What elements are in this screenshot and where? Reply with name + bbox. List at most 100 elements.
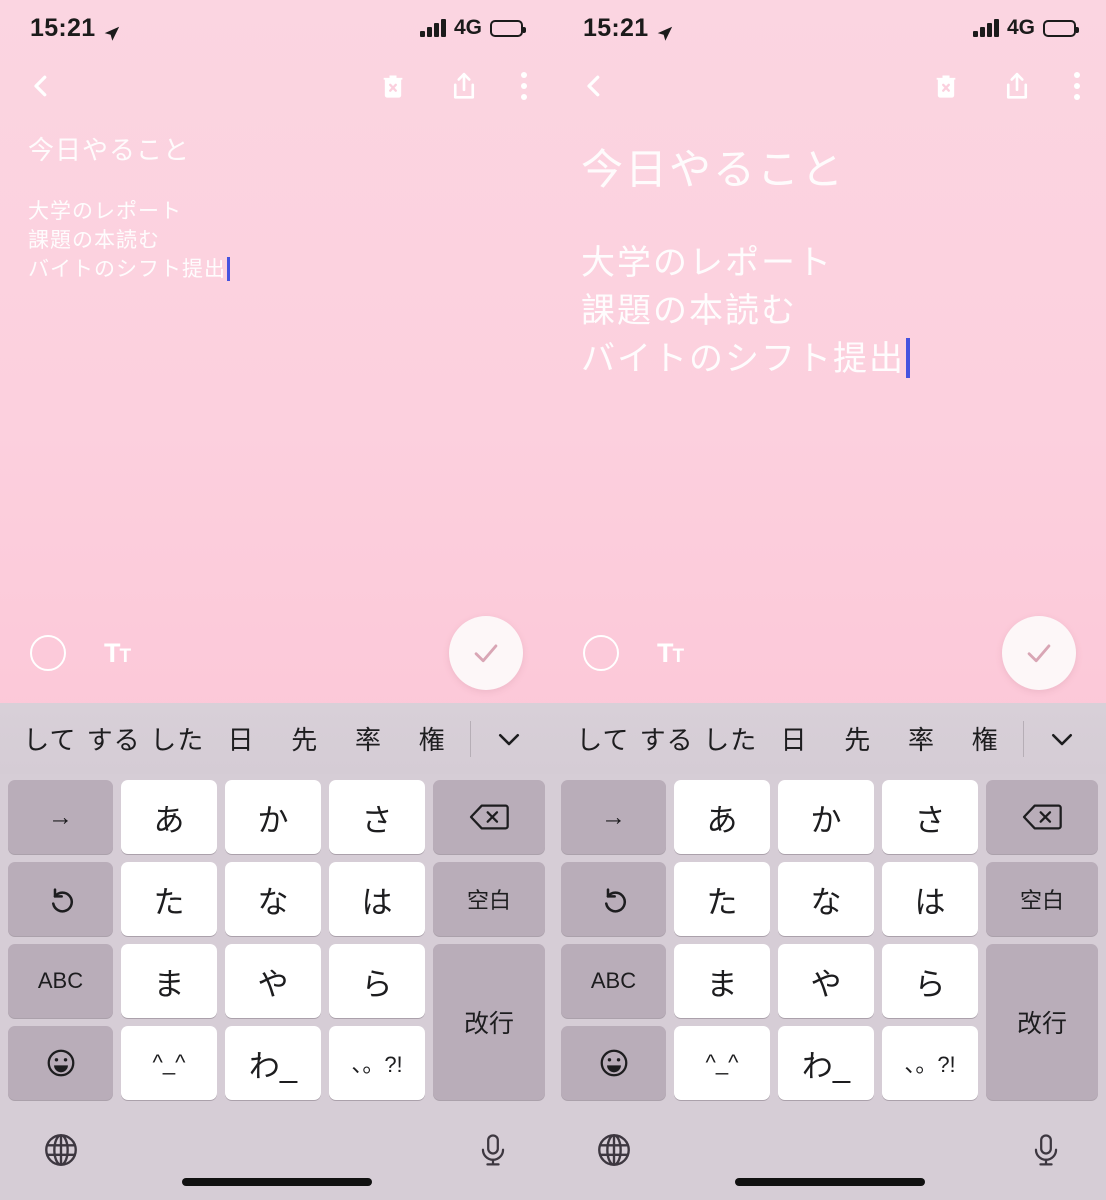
- note-line: 課題の本読む: [581, 291, 797, 330]
- note-editor-right: 15:21 4G 今日やること 大学のレポート 課題の本読む バイトのシフト提出…: [553, 0, 1106, 703]
- phone-screen-right: 15:21 4G 今日やること 大学のレポート 課題の本読む バイトのシフト提出…: [553, 0, 1106, 1200]
- key-arrow-right[interactable]: →: [561, 780, 666, 854]
- key-na[interactable]: な: [225, 862, 321, 936]
- key-ta[interactable]: た: [121, 862, 217, 936]
- key-emoji[interactable]: [8, 1026, 113, 1100]
- key-punctuation[interactable]: 、。?!: [329, 1026, 425, 1100]
- key-arrow-right[interactable]: →: [8, 780, 113, 854]
- text-format-icon[interactable]: TT: [657, 638, 685, 669]
- key-backspace[interactable]: [433, 780, 545, 854]
- key-backspace[interactable]: [986, 780, 1098, 854]
- key-undo[interactable]: [8, 862, 113, 936]
- key-return[interactable]: 改行: [986, 944, 1098, 1100]
- key-space[interactable]: 空白: [433, 862, 545, 936]
- suggestion-item[interactable]: 権: [400, 720, 464, 757]
- key-a[interactable]: あ: [121, 780, 217, 854]
- suggestion-item[interactable]: 先: [826, 720, 890, 757]
- status-time: 15:21: [583, 13, 649, 42]
- key-ya[interactable]: や: [225, 944, 321, 1018]
- key-abc[interactable]: ABC: [8, 944, 113, 1018]
- key-ma[interactable]: ま: [121, 944, 217, 1018]
- suggestion-item[interactable]: した: [698, 720, 762, 757]
- key-abc[interactable]: ABC: [561, 944, 666, 1018]
- suggestion-divider: [470, 720, 472, 757]
- key-undo[interactable]: [561, 862, 666, 936]
- text-format-label-small: T: [119, 645, 132, 667]
- key-emoji[interactable]: [561, 1026, 666, 1100]
- key-ma[interactable]: ま: [674, 944, 770, 1018]
- chevron-down-icon[interactable]: [1030, 724, 1094, 754]
- more-vertical-icon[interactable]: [521, 72, 527, 100]
- suggestion-item[interactable]: 日: [209, 720, 273, 757]
- key-kaomoji[interactable]: ^_^: [121, 1026, 217, 1100]
- note-line: 大学のレポート: [581, 243, 833, 282]
- note-line-with-caret: バイトのシフト提出: [581, 335, 1078, 383]
- confirm-button[interactable]: [1002, 616, 1076, 690]
- note-editor-left: 15:21 4G 今日やること 大学のレポート 課題の本読む バイトのシフト提出…: [0, 0, 553, 703]
- key-punctuation[interactable]: 、。?!: [882, 1026, 978, 1100]
- trash-delete-icon[interactable]: [379, 72, 407, 100]
- status-time-group: 15:21: [30, 14, 120, 43]
- note-line: 課題の本読む: [28, 228, 160, 252]
- note-line: 大学のレポート: [28, 199, 182, 223]
- trash-delete-icon[interactable]: [932, 72, 960, 100]
- microphone-icon[interactable]: [1028, 1132, 1064, 1173]
- key-wa[interactable]: わ_: [778, 1026, 874, 1100]
- suggestion-item[interactable]: 権: [953, 720, 1017, 757]
- signal-bars-icon: [420, 19, 446, 37]
- key-ka[interactable]: か: [225, 780, 321, 854]
- chevron-down-icon[interactable]: [477, 724, 541, 754]
- share-upload-icon[interactable]: [1002, 71, 1032, 101]
- suggestion-item[interactable]: して: [18, 720, 82, 757]
- location-arrow-icon: [103, 20, 120, 41]
- battery-icon: [1043, 19, 1079, 37]
- key-grid: → あ か さ た な は 空白 ABC ま や ら 改行 ^_^ わ_ 、。?…: [0, 774, 553, 1104]
- key-space[interactable]: 空白: [986, 862, 1098, 936]
- key-ra[interactable]: ら: [882, 944, 978, 1018]
- signal-bars-icon: [973, 19, 999, 37]
- key-na[interactable]: な: [778, 862, 874, 936]
- text-format-icon[interactable]: TT: [104, 638, 132, 669]
- key-ya[interactable]: や: [778, 944, 874, 1018]
- key-ta[interactable]: た: [674, 862, 770, 936]
- suggestion-item[interactable]: 日: [762, 720, 826, 757]
- note-content[interactable]: 今日やること 大学のレポート 課題の本読む バイトのシフト提出: [553, 116, 1106, 383]
- key-wa[interactable]: わ_: [225, 1026, 321, 1100]
- suggestion-item[interactable]: 先: [273, 720, 337, 757]
- text-caret: [906, 337, 910, 378]
- suggestion-item[interactable]: 率: [890, 720, 954, 757]
- key-ha[interactable]: は: [882, 862, 978, 936]
- key-a[interactable]: あ: [674, 780, 770, 854]
- suggestion-item[interactable]: した: [145, 720, 209, 757]
- key-ra[interactable]: ら: [329, 944, 425, 1018]
- key-ka[interactable]: か: [778, 780, 874, 854]
- key-ha[interactable]: は: [329, 862, 425, 936]
- note-lines: 大学のレポート 課題の本読む バイトのシフト提出: [28, 197, 525, 284]
- text-format-label-small: T: [672, 645, 685, 667]
- suggestion-item[interactable]: して: [571, 720, 635, 757]
- confirm-button[interactable]: [449, 616, 523, 690]
- color-circle-icon[interactable]: [30, 635, 66, 671]
- share-upload-icon[interactable]: [449, 71, 479, 101]
- globe-icon[interactable]: [595, 1131, 633, 1174]
- globe-icon[interactable]: [42, 1131, 80, 1174]
- suggestion-item[interactable]: 率: [337, 720, 401, 757]
- key-kaomoji[interactable]: ^_^: [674, 1026, 770, 1100]
- color-circle-icon[interactable]: [583, 635, 619, 671]
- suggestion-item[interactable]: する: [82, 720, 146, 757]
- chevron-left-icon[interactable]: [579, 71, 609, 101]
- chevron-left-icon[interactable]: [26, 71, 56, 101]
- suggestion-item[interactable]: する: [635, 720, 699, 757]
- keyboard-bottom-bar: [553, 1104, 1106, 1200]
- key-sa[interactable]: さ: [882, 780, 978, 854]
- status-bar: 15:21 4G: [553, 0, 1106, 56]
- location-arrow-icon: [656, 20, 673, 41]
- more-vertical-icon[interactable]: [1074, 72, 1080, 100]
- status-indicators: 4G: [420, 16, 526, 40]
- text-caret: [227, 256, 230, 281]
- note-content[interactable]: 今日やること 大学のレポート 課題の本読む バイトのシフト提出: [0, 116, 553, 284]
- status-time-group: 15:21: [583, 14, 673, 43]
- microphone-icon[interactable]: [475, 1132, 511, 1173]
- key-sa[interactable]: さ: [329, 780, 425, 854]
- key-return[interactable]: 改行: [433, 944, 545, 1100]
